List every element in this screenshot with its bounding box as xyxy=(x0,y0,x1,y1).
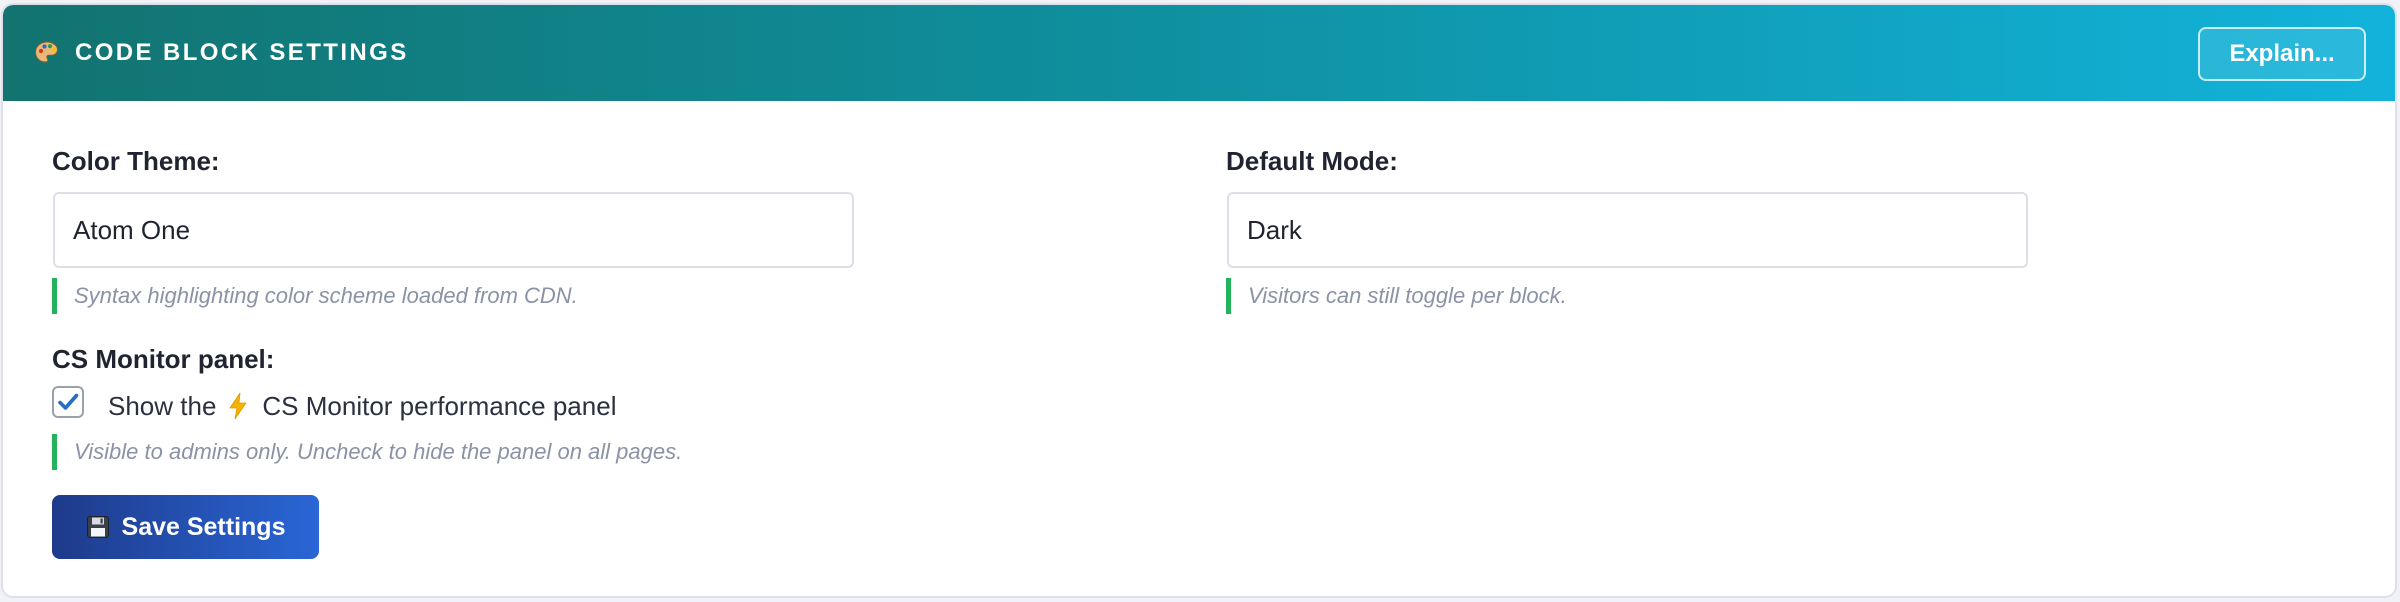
checkbox-text-after: CS Monitor performance panel xyxy=(262,390,617,421)
color-theme-hint: Syntax highlighting color scheme loaded … xyxy=(52,278,578,314)
settings-card: CODE BLOCK SETTINGS Explain... Color The… xyxy=(1,3,2397,598)
palette-icon xyxy=(34,41,59,63)
floppy-disk-icon xyxy=(86,516,109,538)
default-mode-hint: Visitors can still toggle per block. xyxy=(1226,278,1567,314)
color-theme-label: Color Theme: xyxy=(52,146,220,176)
monitor-panel-hint: Visible to admins only. Uncheck to hide … xyxy=(52,434,682,470)
explain-button[interactable]: Explain... xyxy=(2198,27,2366,81)
monitor-panel-checkbox[interactable] xyxy=(52,386,84,418)
save-settings-button[interactable]: Save Settings xyxy=(52,495,319,559)
checkbox-text-before: Show the xyxy=(108,390,217,421)
save-settings-label: Save Settings xyxy=(121,512,286,541)
header-title: CODE BLOCK SETTINGS xyxy=(33,5,409,101)
checkmark-icon xyxy=(58,393,79,410)
page-title: CODE BLOCK SETTINGS xyxy=(75,39,409,66)
color-theme-field[interactable]: Atom One xyxy=(53,192,854,268)
card-header: CODE BLOCK SETTINGS Explain... xyxy=(3,5,2395,101)
lightning-bolt-icon xyxy=(230,392,247,420)
default-mode-label: Default Mode: xyxy=(1226,146,1398,176)
default-mode-field[interactable]: Dark xyxy=(1227,192,2028,268)
monitor-panel-checkbox-label[interactable]: Show the CS Monitor performance panel xyxy=(108,389,616,423)
monitor-panel-label: CS Monitor panel: xyxy=(52,344,275,374)
